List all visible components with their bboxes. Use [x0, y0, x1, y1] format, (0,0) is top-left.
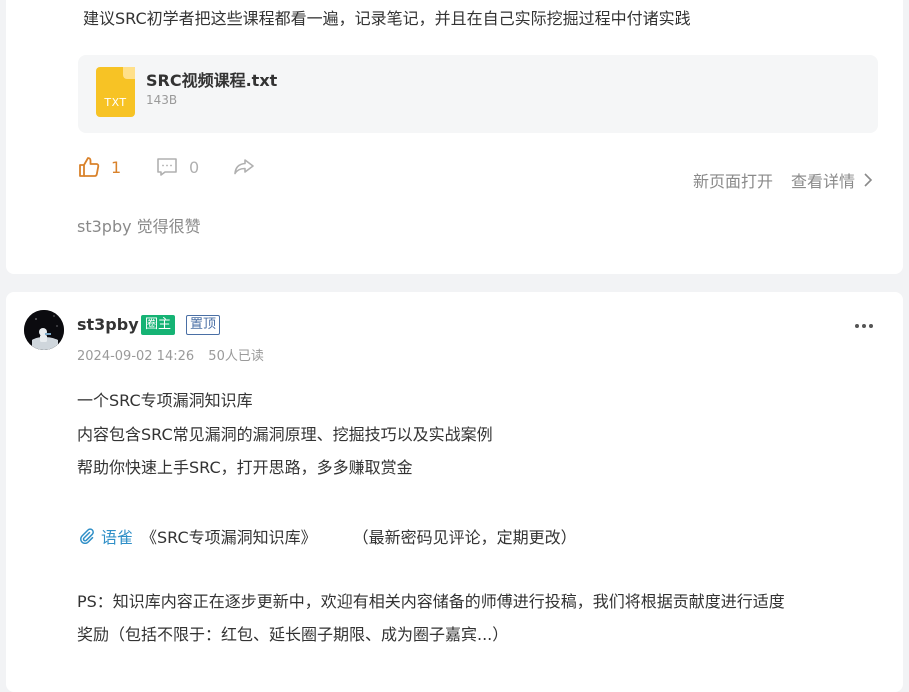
author-name[interactable]: st3pby	[77, 315, 139, 334]
yuque-link[interactable]: 语雀	[101, 524, 133, 548]
liked-by-text: st3pby 觉得很赞	[77, 217, 201, 236]
more-dots-icon	[855, 324, 859, 328]
open-new-page-link[interactable]: 新页面打开	[693, 168, 773, 192]
owner-badge: 圈主	[141, 315, 176, 335]
view-details-link[interactable]: 查看详情	[791, 168, 855, 192]
ps-line-1: PS：知识库内容正在逐步更新中，欢迎有相关内容储备的师傅进行投稿，我们将根据贡献…	[77, 592, 785, 611]
post-card-2: st3pby 圈主 置顶 2024-09-02 14:26 50人已读 一个SR…	[6, 292, 903, 692]
file-name[interactable]: SRC视频课程.txt	[146, 67, 277, 91]
file-attachment[interactable]: TXT SRC视频课程.txt 143B	[78, 55, 878, 133]
post-meta: 2024-09-02 14:26 50人已读	[77, 345, 264, 364]
chevron-right-icon	[864, 173, 873, 187]
share-button[interactable]	[232, 155, 256, 179]
yuque-link-row: 语雀 《SRC专项漏洞知识库》 （最新密码见评论，定期更改）	[79, 524, 577, 548]
knowledge-base-title: 《SRC专项漏洞知识库》	[141, 528, 317, 547]
post-line-3: 帮助你快速上手SRC，打开思路，多多赚取赏金	[77, 458, 413, 477]
post-date: 2024-09-02 14:26	[77, 349, 195, 364]
read-count: 50人已读	[208, 349, 264, 364]
paperclip-icon	[80, 528, 94, 544]
like-button[interactable]: 1	[77, 155, 121, 179]
comment-button[interactable]: 0	[155, 155, 199, 179]
comment-icon	[157, 158, 177, 176]
thumbs-up-icon	[79, 157, 100, 177]
post-body-text: 建议SRC初学者把这些课程都看一遍，记录笔记，并且在自己实际挖掘过程中付诸实践	[83, 9, 691, 28]
like-count: 1	[111, 157, 122, 177]
post-line-1: 一个SRC专项漏洞知识库	[77, 391, 253, 410]
file-size: 143B	[146, 93, 178, 107]
comment-count: 0	[189, 157, 200, 177]
pinned-badge: 置顶	[186, 315, 221, 335]
post-card-1: 建议SRC初学者把这些课程都看一遍，记录笔记，并且在自己实际挖掘过程中付诸实践 …	[6, 0, 903, 274]
ps-line-2: 奖励（包括不限于：红包、延长圈子期限、成为圈子嘉宾...）	[77, 625, 509, 644]
txt-file-icon: TXT	[96, 67, 135, 117]
password-note: （最新密码见评论，定期更改）	[352, 528, 577, 547]
post-links: 新页面打开 查看详情	[675, 168, 873, 192]
share-icon	[234, 159, 254, 175]
avatar[interactable]	[24, 310, 64, 350]
more-options-button[interactable]	[850, 312, 878, 340]
post-line-2: 内容包含SRC常见漏洞的漏洞原理、挖掘技巧以及实战案例	[77, 425, 493, 444]
